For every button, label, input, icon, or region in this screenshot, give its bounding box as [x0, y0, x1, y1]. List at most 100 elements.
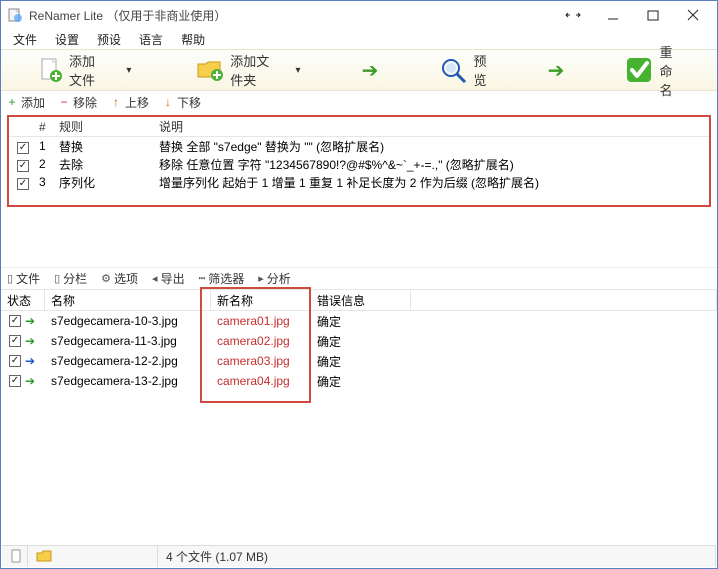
- add-folder-button[interactable]: 添加文件夹: [190, 49, 277, 91]
- files-col-error[interactable]: 错误信息: [311, 290, 411, 310]
- menu-file[interactable]: 文件: [5, 30, 45, 49]
- preview-label: 预览: [474, 51, 487, 89]
- files-files-button[interactable]: ▯文件: [7, 270, 40, 287]
- rules-up-button[interactable]: ↑上移: [111, 94, 149, 111]
- file-error: 确定: [311, 353, 411, 370]
- rule-row[interactable]: ✓3序列化增量序列化 起始于 1 增量 1 重复 1 补足长度为 2 作为后缀 …: [9, 173, 709, 191]
- files-filter-button[interactable]: ┅筛选器: [199, 270, 245, 287]
- rule-checkbox[interactable]: ✓: [17, 142, 29, 154]
- rules-col-desc: 说明: [155, 118, 709, 135]
- rules-header: # 规则 说明: [9, 117, 709, 137]
- files-analyze-button[interactable]: ▸分析: [258, 270, 291, 287]
- status-arrow-icon: ➔: [25, 374, 35, 388]
- folder-add-icon: [196, 56, 224, 84]
- rules-col-rule: 规则: [55, 118, 155, 135]
- files-col-status[interactable]: 状态: [1, 290, 45, 310]
- files-export-button[interactable]: ◂导出: [152, 270, 185, 287]
- file-row[interactable]: ✓ ➔ s7edgecamera-13-2.jpgcamera04.jpg确定: [1, 371, 717, 391]
- add-files-dropdown[interactable]: ▾: [120, 65, 137, 76]
- file-add-icon: [37, 56, 63, 84]
- file-checkbox[interactable]: ✓: [9, 315, 21, 327]
- magnifier-icon: [440, 56, 468, 84]
- export-icon: ◂: [152, 272, 158, 285]
- file-newname: camera04.jpg: [211, 374, 311, 388]
- files-columns-button[interactable]: ▯分栏: [54, 270, 87, 287]
- maximize-button[interactable]: [633, 2, 673, 28]
- rule-desc: 增量序列化 起始于 1 增量 1 重复 1 补足长度为 2 作为后缀 (忽略扩展…: [155, 174, 709, 191]
- arrow-right-icon: ➔: [359, 56, 380, 84]
- arrow-up-icon: ↑: [111, 95, 121, 109]
- rules-toolbar: +添加 −移除 ↑上移 ↓下移: [1, 91, 717, 113]
- app-icon: [7, 7, 23, 23]
- rule-row[interactable]: ✓ 2去除移除 任意位置 字符 "1234567890!?@#$%^&~`_+-=…: [9, 155, 709, 173]
- file-row[interactable]: ✓ ➔ s7edgecamera-10-3.jpgcamera01.jpg确定: [1, 311, 717, 331]
- files-col-newname[interactable]: 新名称: [211, 290, 311, 310]
- rules-remove-button[interactable]: −移除: [59, 94, 97, 111]
- file-name: s7edgecamera-11-3.jpg: [45, 334, 211, 348]
- check-icon: [626, 56, 654, 84]
- status-arrow-icon: ➔: [25, 314, 35, 328]
- status-arrow-icon: ➔: [25, 354, 35, 368]
- menu-presets[interactable]: 预设: [89, 30, 129, 49]
- add-files-label: 添加文件: [69, 51, 102, 89]
- files-header: 状态 名称 新名称 错误信息: [1, 289, 717, 311]
- rule-type: 替换: [55, 138, 155, 155]
- menu-language[interactable]: 语言: [131, 30, 171, 49]
- file-row[interactable]: ✓ ➔ s7edgecamera-12-2.jpgcamera03.jpg确定: [1, 351, 717, 371]
- analyze-icon: ▸: [258, 272, 264, 285]
- add-folder-dropdown[interactable]: ▾: [289, 65, 306, 76]
- files-options-button[interactable]: ⚙选项: [101, 270, 138, 287]
- rule-checkbox[interactable]: ✓: [17, 178, 29, 190]
- files-toolbar: ▯文件 ▯分栏 ⚙选项 ◂导出 ┅筛选器 ▸分析: [1, 267, 717, 289]
- file-name: s7edgecamera-12-2.jpg: [45, 354, 211, 368]
- rules-panel: # 规则 说明 ✓1替换替换 全部 "s7edge" 替换为 "" (忽略扩展名…: [7, 115, 711, 207]
- rename-button[interactable]: 重命名: [620, 40, 687, 101]
- file-newname: camera02.jpg: [211, 334, 311, 348]
- file-icon: ▯: [7, 272, 13, 285]
- file-row[interactable]: ✓ ➔ s7edgecamera-11-3.jpgcamera02.jpg确定: [1, 331, 717, 351]
- arrow-down-icon: ↓: [163, 95, 173, 109]
- window-title: ReNamer Lite （仅用于非商业使用）: [29, 7, 226, 24]
- file-checkbox[interactable]: ✓: [9, 375, 21, 387]
- add-folder-label: 添加文件夹: [230, 51, 271, 89]
- rule-type: 去除: [55, 156, 155, 173]
- menu-help[interactable]: 帮助: [173, 30, 213, 49]
- rule-index: 2: [35, 157, 55, 171]
- restore-arrows-icon[interactable]: [553, 2, 593, 28]
- filter-icon: ┅: [199, 272, 206, 285]
- menu-settings[interactable]: 设置: [47, 30, 87, 49]
- add-files-button[interactable]: 添加文件: [31, 49, 108, 91]
- file-checkbox[interactable]: ✓: [9, 355, 21, 367]
- rule-checkbox[interactable]: ✓: [17, 160, 29, 172]
- status-bar: 4 个文件 (1.07 MB): [2, 545, 716, 567]
- status-arrow-icon: ➔: [25, 334, 35, 348]
- rules-down-button[interactable]: ↓下移: [163, 94, 201, 111]
- status-folder-icon: [36, 549, 52, 565]
- files-col-name[interactable]: 名称: [45, 290, 211, 310]
- file-error: 确定: [311, 313, 411, 330]
- menu-bar: 文件 设置 预设 语言 帮助: [1, 29, 717, 49]
- file-newname: camera01.jpg: [211, 314, 311, 328]
- minimize-button[interactable]: [593, 2, 633, 28]
- file-name: s7edgecamera-10-3.jpg: [45, 314, 211, 328]
- rule-row[interactable]: ✓1替换替换 全部 "s7edge" 替换为 "" (忽略扩展名): [9, 137, 709, 155]
- files-body: ✓➔s7edgecamera-10-3.jpgcamera01.jpg确定✓➔s…: [1, 311, 717, 391]
- file-error: 确定: [311, 333, 411, 350]
- minus-icon: −: [59, 95, 69, 109]
- arrow-right-icon-2: ➔: [545, 56, 566, 84]
- file-newname: camera03.jpg: [211, 354, 311, 368]
- preview-button[interactable]: 预览: [434, 49, 493, 91]
- plus-icon: +: [7, 95, 17, 109]
- rules-col-index: #: [35, 120, 55, 134]
- file-error: 确定: [311, 373, 411, 390]
- gear-icon: ⚙: [101, 272, 111, 285]
- rule-desc: 移除 任意位置 字符 "1234567890!?@#$%^&~`_+-=.," …: [155, 156, 709, 173]
- rule-desc: 替换 全部 "s7edge" 替换为 "" (忽略扩展名): [155, 138, 709, 155]
- rules-add-button[interactable]: +添加: [7, 94, 45, 111]
- close-button[interactable]: [673, 2, 713, 28]
- rename-label: 重命名: [660, 42, 681, 99]
- file-checkbox[interactable]: ✓: [9, 335, 21, 347]
- rule-index: 3: [35, 175, 55, 189]
- status-doc-icon: [10, 549, 24, 565]
- file-name: s7edgecamera-13-2.jpg: [45, 374, 211, 388]
